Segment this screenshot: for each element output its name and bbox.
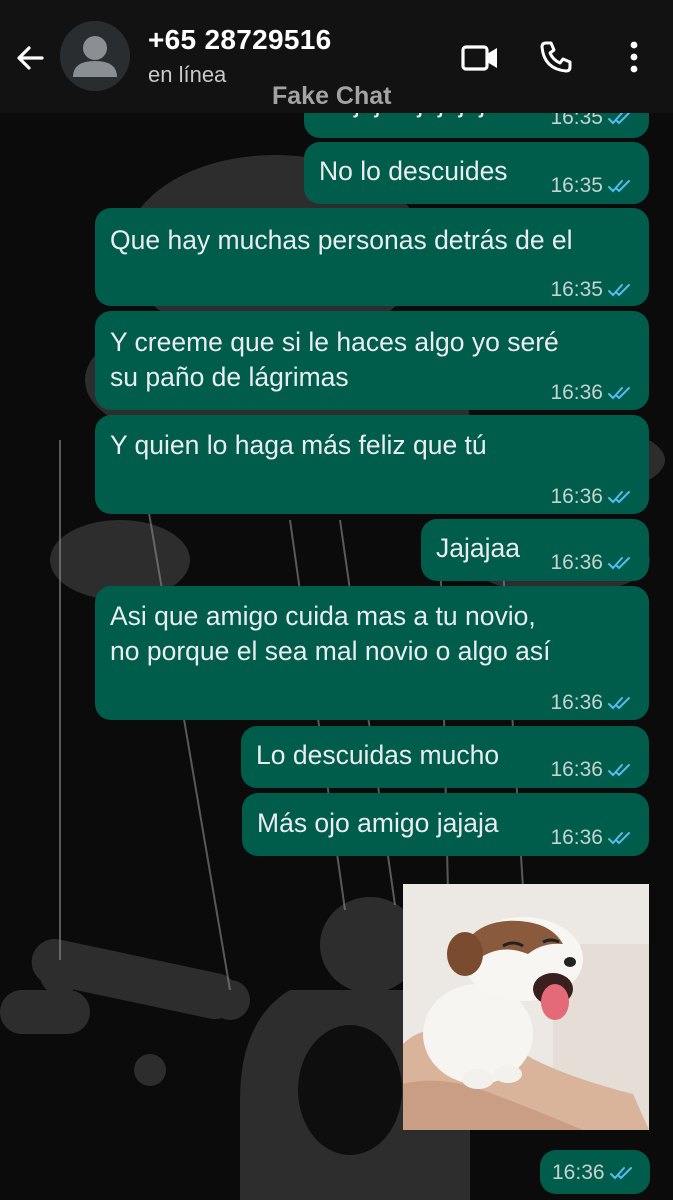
message-bubble[interactable]: Y quien lo haga más feliz que tú 16:36 (95, 415, 649, 514)
message-meta: 16:36 (550, 820, 635, 855)
image-message-meta: 16:36 (540, 1150, 650, 1194)
message-meta: 16:36 (550, 479, 635, 514)
message-meta: 16:36 (550, 685, 635, 720)
contact-name[interactable]: +65 28729516 (148, 24, 331, 56)
message-time: 16:36 (550, 551, 603, 574)
message-text-line-2: no porque el sea mal novio o algo así (110, 636, 551, 666)
laughing-puppy-image (403, 884, 649, 1130)
message-text-line-2: su paño de lágrimas (110, 362, 349, 392)
double-check-icon (608, 556, 630, 569)
message-text: No lo descuides (319, 156, 508, 186)
default-person-avatar-icon (73, 36, 117, 77)
message-meta: 16:35 (550, 168, 635, 203)
double-check-icon (608, 490, 630, 503)
message-bubble[interactable]: Lo descuidas mucho 16:36 (241, 726, 649, 788)
message-time: 16:36 (550, 485, 603, 508)
message-meta: 16:36 (550, 375, 635, 410)
message-bubble[interactable]: Que hay muchas personas detrás de el 16:… (95, 208, 649, 306)
arrow-left-icon (17, 46, 44, 70)
double-check-icon (609, 1167, 632, 1180)
message-text-line-1: Asi que amigo cuida mas a tu novio, (110, 601, 536, 631)
message-text: Lo descuidas mucho (256, 740, 500, 770)
message-meta: 16:36 (550, 545, 635, 580)
message-time: 16:36 (550, 758, 603, 781)
message-bubble[interactable]: No lo descuides 16:35 (304, 142, 649, 204)
double-check-icon (608, 179, 630, 192)
message-time: 16:36 (550, 691, 603, 714)
contact-status: en línea (148, 62, 227, 87)
more-options-button[interactable] (616, 37, 652, 77)
message-text: Que hay muchas personas detrás de el (110, 225, 573, 255)
watermark-label: Fake Chat (272, 82, 392, 110)
phone-icon (540, 41, 572, 73)
voice-call-button[interactable] (536, 37, 576, 77)
back-button[interactable] (8, 36, 52, 80)
message-meta: 16:36 (550, 752, 635, 787)
message-bubble[interactable]: Jajajaa 16:36 (421, 519, 649, 581)
message-text: Y quien lo haga más feliz que tú (110, 430, 487, 460)
message-meta: 16:36 (552, 1161, 637, 1185)
message-time: 16:35 (550, 278, 603, 301)
message-bubble[interactable]: Asi que amigo cuida mas a tu novio, no p… (95, 586, 649, 720)
message-text: Más ojo amigo jajaja (257, 808, 499, 838)
double-check-icon (608, 696, 630, 709)
vertical-dots-icon (630, 41, 638, 73)
message-text-line-1: Y creeme que si le haces algo yo seré (110, 327, 559, 357)
message-bubble[interactable]: Más ojo amigo jajaja 16:36 (242, 793, 649, 856)
double-check-icon (608, 386, 630, 399)
message-text: Jajajaa (436, 533, 520, 563)
double-check-icon (608, 283, 630, 296)
video-call-button[interactable] (458, 38, 502, 78)
double-check-icon (608, 763, 630, 776)
message-meta: 16:35 (550, 272, 635, 307)
avatar[interactable] (60, 21, 130, 91)
video-camera-icon (461, 45, 497, 71)
double-check-icon (608, 831, 630, 844)
message-bubble[interactable]: Y creeme que si le haces algo yo seré su… (95, 311, 649, 410)
image-message[interactable] (403, 884, 649, 1130)
message-time: 16:36 (550, 826, 603, 849)
message-time: 16:36 (552, 1161, 605, 1184)
message-time: 16:35 (550, 174, 603, 197)
message-time: 16:36 (550, 381, 603, 404)
